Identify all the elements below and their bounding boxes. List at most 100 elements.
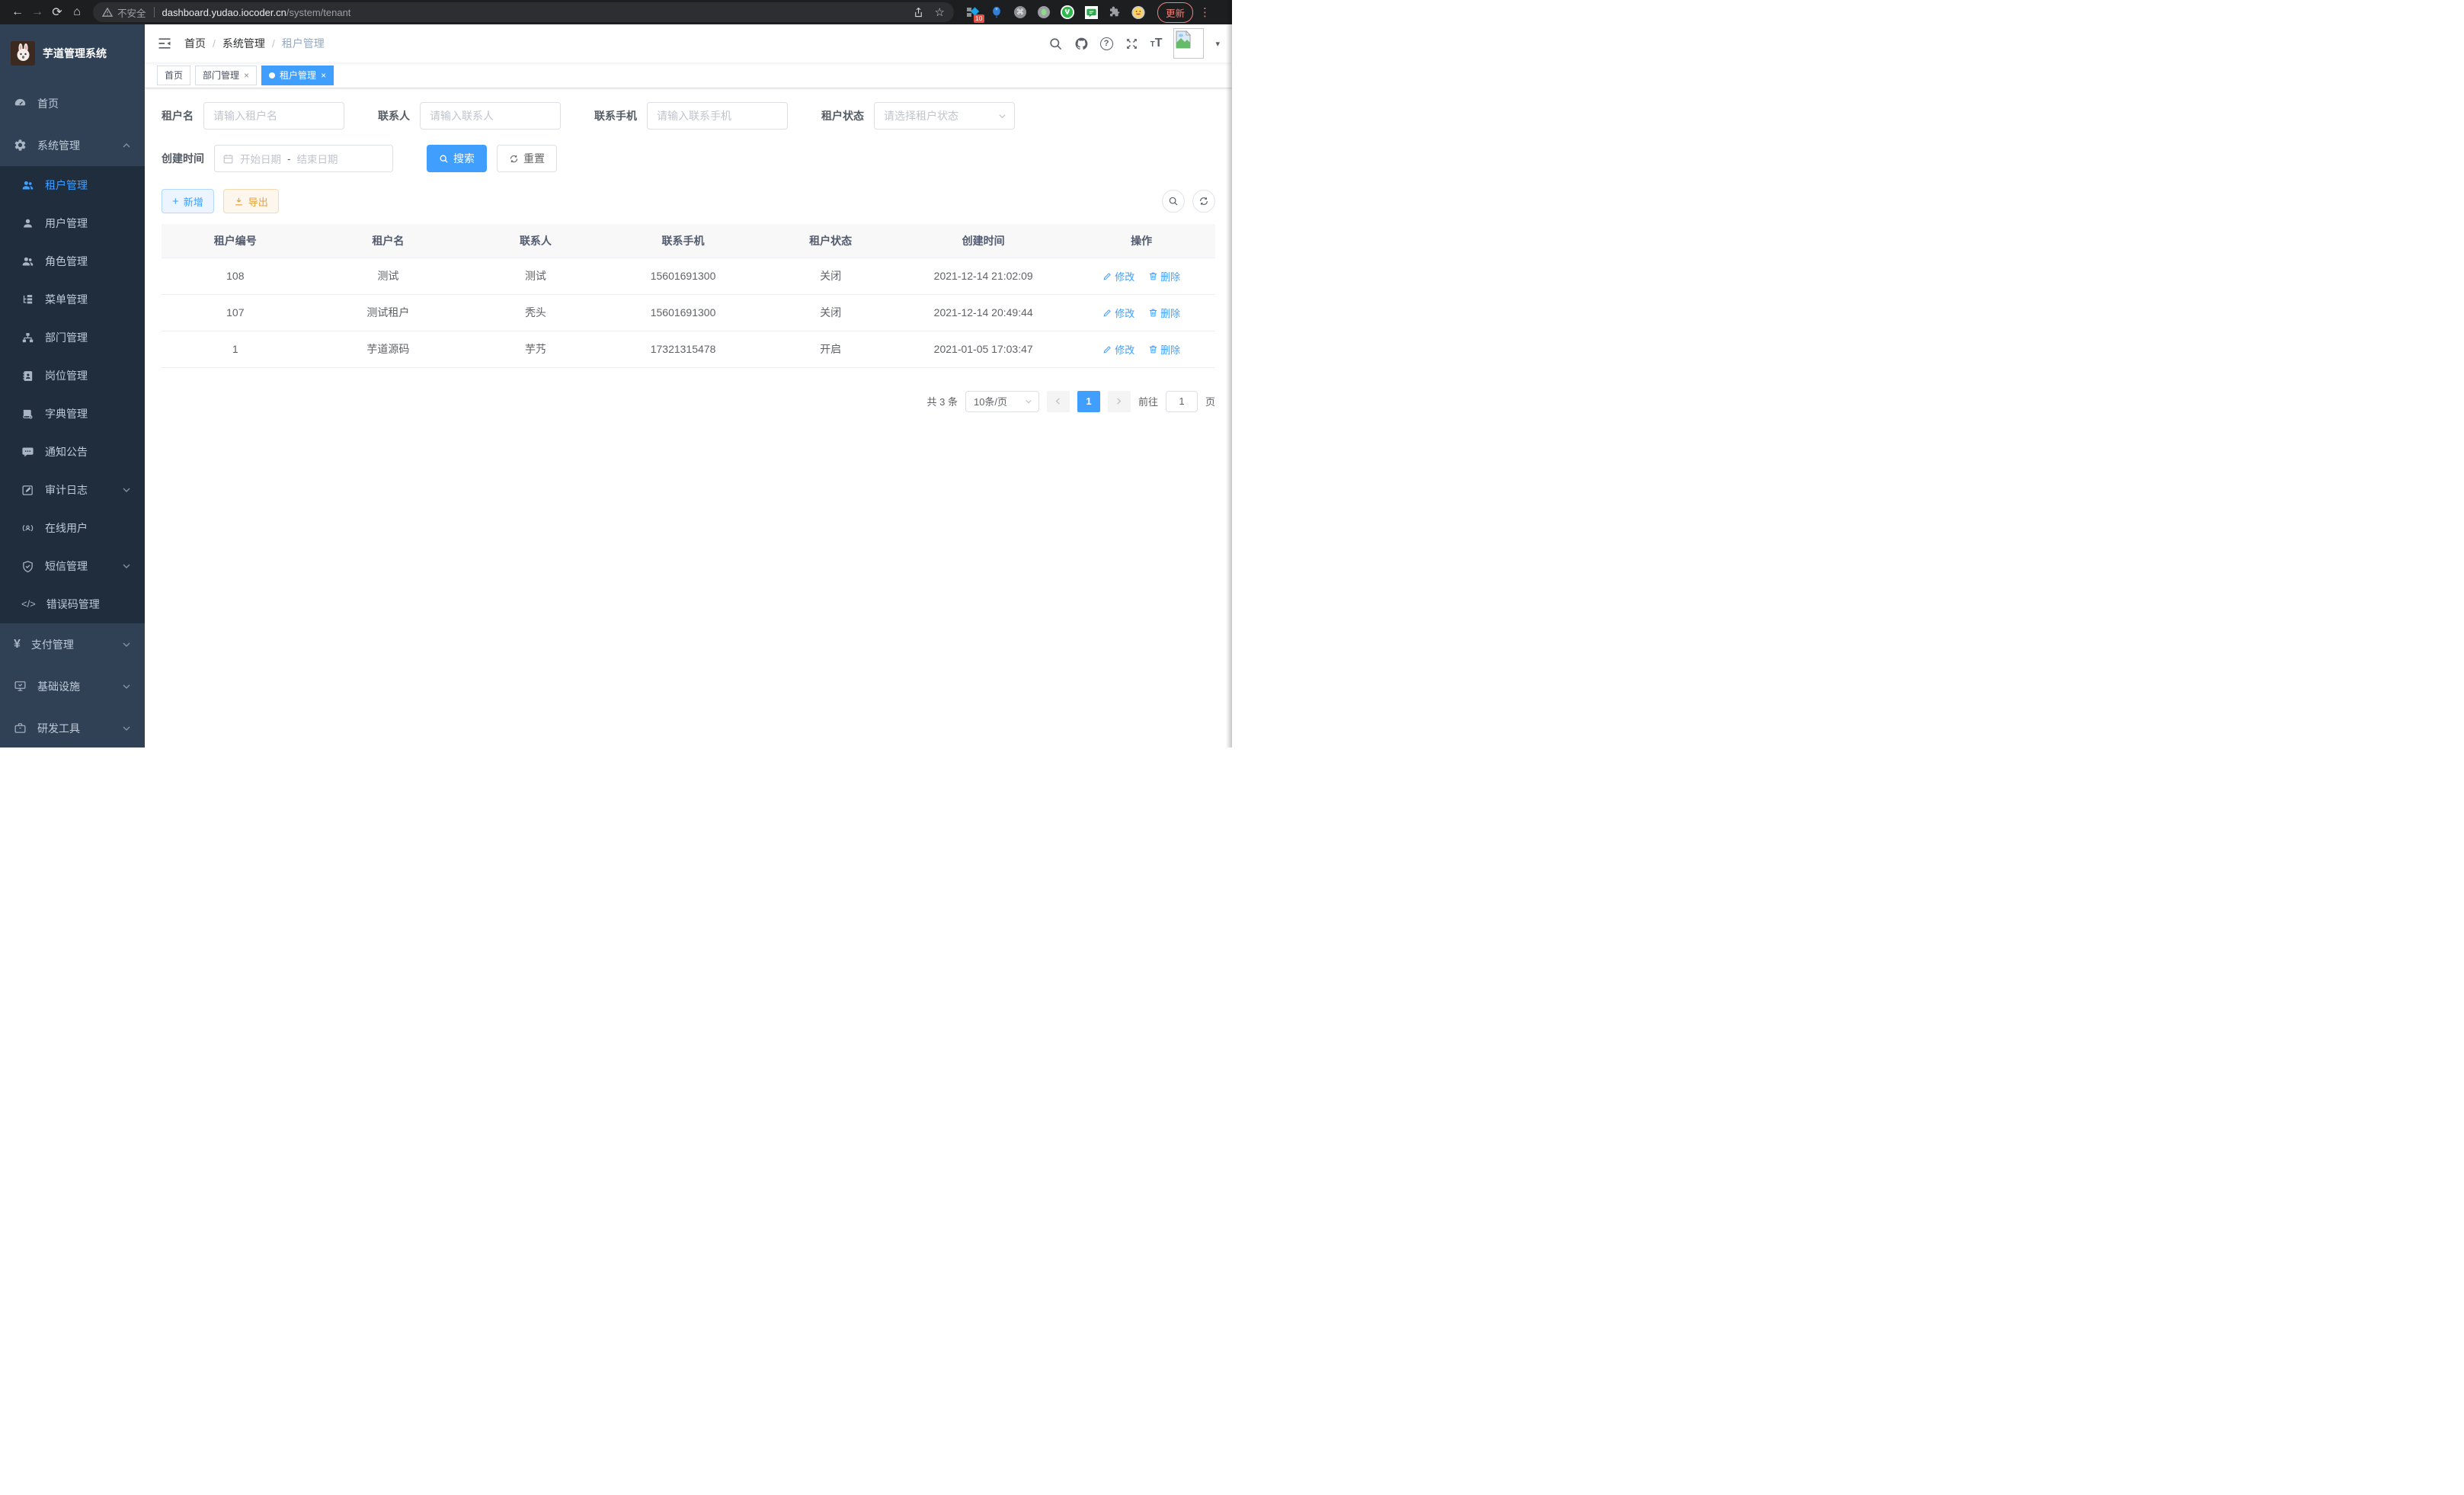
chevron-left-icon bbox=[1054, 397, 1062, 405]
status-select[interactable]: 请选择租户状态 bbox=[874, 102, 1015, 130]
share-icon[interactable] bbox=[913, 7, 924, 18]
sidebar-item-post[interactable]: 岗位管理 bbox=[0, 357, 145, 395]
top-navbar: 首页 / 系统管理 / 租户管理 ? bbox=[145, 24, 1232, 62]
sidebar-item-dept[interactable]: 部门管理 bbox=[0, 319, 145, 357]
search-button[interactable]: 搜索 bbox=[427, 145, 487, 172]
browser-reload-icon[interactable]: ⟳ bbox=[47, 5, 67, 20]
ext-smiley-icon[interactable] bbox=[1131, 5, 1145, 19]
sidebar-item-tenant[interactable]: 租户管理 bbox=[0, 166, 145, 204]
ext-balloon-icon[interactable] bbox=[990, 5, 1003, 19]
breadcrumb-system[interactable]: 系统管理 bbox=[222, 36, 265, 51]
help-icon[interactable]: ? bbox=[1100, 37, 1113, 50]
sidebar-item-label: 岗位管理 bbox=[45, 368, 88, 383]
browser-back-icon[interactable]: ← bbox=[8, 5, 27, 19]
toggle-search-button[interactable] bbox=[1162, 190, 1185, 213]
url-path[interactable]: /system/tenant bbox=[286, 7, 351, 18]
header-search-icon[interactable] bbox=[1048, 37, 1063, 51]
edit-link[interactable]: 修改 bbox=[1102, 306, 1134, 320]
browser-home-icon[interactable]: ⌂ bbox=[67, 5, 87, 19]
sidebar-item-audit-log[interactable]: 审计日志 bbox=[0, 471, 145, 509]
sidebar-logo[interactable]: 芋道管理系统 bbox=[0, 24, 145, 82]
reset-button[interactable]: 重置 bbox=[497, 145, 557, 172]
mobile-input[interactable] bbox=[647, 102, 788, 130]
sidebar-collapse-icon[interactable] bbox=[157, 36, 172, 51]
sidebar-item-notice[interactable]: 通知公告 bbox=[0, 433, 145, 471]
ext-blue-diamond-icon[interactable]: 10 bbox=[966, 5, 980, 19]
avatar-caret-icon[interactable]: ▾ bbox=[1215, 39, 1220, 49]
delete-link[interactable]: 删除 bbox=[1148, 306, 1180, 320]
security-label[interactable]: 不安全 bbox=[117, 5, 146, 20]
prev-page-button[interactable] bbox=[1047, 391, 1070, 412]
browser-forward-icon[interactable]: → bbox=[27, 5, 47, 19]
roles-icon bbox=[21, 255, 34, 268]
col-created: 创建时间 bbox=[899, 224, 1067, 258]
sidebar-submenu-system: 租户管理 用户管理 角色管理 bbox=[0, 166, 145, 623]
address-bar[interactable]: 不安全 dashboard.yudao.iocoder.cn /system/t… bbox=[93, 2, 954, 22]
sidebar-item-infrastructure[interactable]: 基础设施 bbox=[0, 665, 145, 707]
select-caret-icon bbox=[998, 112, 1006, 120]
sidebar-item-dev-tools[interactable]: 研发工具 bbox=[0, 707, 145, 748]
chrome-update-button[interactable]: 更新 bbox=[1157, 2, 1193, 23]
avatar[interactable] bbox=[1173, 28, 1204, 59]
tag-close-icon[interactable]: × bbox=[244, 70, 249, 81]
next-page-button[interactable] bbox=[1108, 391, 1131, 412]
github-icon[interactable] bbox=[1074, 37, 1089, 51]
url-host[interactable]: dashboard.yudao.iocoder.cn bbox=[162, 7, 286, 18]
export-button[interactable]: 导出 bbox=[223, 189, 279, 213]
goto-page-input[interactable] bbox=[1166, 391, 1198, 412]
edit-pencil-icon bbox=[1102, 271, 1112, 281]
fullscreen-icon[interactable] bbox=[1125, 37, 1139, 51]
ext-command-icon[interactable]: ⌘ bbox=[1013, 5, 1027, 19]
tag-dept[interactable]: 部门管理 × bbox=[195, 66, 257, 85]
ext-puzzle-icon[interactable] bbox=[1108, 5, 1122, 19]
date-range-picker[interactable]: 开始日期 - 结束日期 bbox=[214, 145, 393, 172]
refresh-icon bbox=[509, 154, 519, 164]
tag-home[interactable]: 首页 bbox=[157, 66, 190, 85]
delete-link[interactable]: 删除 bbox=[1148, 342, 1180, 357]
extensions-row: 10 ⌘ bbox=[966, 5, 1145, 19]
ext-proxy-icon[interactable] bbox=[1037, 5, 1051, 19]
page-number-active[interactable]: 1 bbox=[1077, 391, 1100, 412]
sidebar-item-online-users[interactable]: 在线用户 bbox=[0, 509, 145, 547]
delete-link[interactable]: 删除 bbox=[1148, 269, 1180, 283]
dashboard-icon bbox=[14, 97, 27, 110]
sidebar-item-role[interactable]: 角色管理 bbox=[0, 242, 145, 280]
table-row: 107 测试租户 秃头 15601691300 关闭 2021-12-14 20… bbox=[162, 294, 1215, 331]
sidebar-item-label: 字典管理 bbox=[45, 406, 88, 421]
tag-tenant-active[interactable]: 租户管理 × bbox=[261, 66, 334, 85]
sidebar-item-home[interactable]: 首页 bbox=[0, 82, 145, 124]
sidebar-item-user[interactable]: 用户管理 bbox=[0, 204, 145, 242]
cell-created: 2021-01-05 17:03:47 bbox=[899, 331, 1067, 367]
table-row: 1 芋道源码 芋艿 17321315478 开启 2021-01-05 17:0… bbox=[162, 331, 1215, 367]
add-button[interactable]: + 新增 bbox=[162, 189, 214, 213]
edit-link[interactable]: 修改 bbox=[1102, 342, 1134, 357]
cell-tenant-id: 108 bbox=[162, 258, 309, 294]
user-icon bbox=[21, 217, 34, 230]
sidebar-item-dict[interactable]: 字典管理 bbox=[0, 395, 145, 433]
page-size-select[interactable]: 10条/页 bbox=[965, 391, 1039, 412]
contact-input[interactable] bbox=[420, 102, 561, 130]
tag-close-icon[interactable]: × bbox=[321, 70, 326, 81]
sidebar-item-menu[interactable]: 菜单管理 bbox=[0, 280, 145, 319]
sidebar-item-payment[interactable]: ¥ 支付管理 bbox=[0, 623, 145, 665]
cell-created: 2021-12-14 21:02:09 bbox=[899, 258, 1067, 294]
cell-tenant-id: 107 bbox=[162, 294, 309, 331]
ext-yuque-icon[interactable] bbox=[1061, 5, 1074, 19]
font-size-icon[interactable]: TT bbox=[1150, 37, 1163, 50]
browser-menu-icon[interactable]: ⋮ bbox=[1199, 5, 1211, 19]
edit-link[interactable]: 修改 bbox=[1102, 269, 1134, 283]
sidebar-item-system[interactable]: 系统管理 bbox=[0, 124, 145, 166]
sidebar-item-error-code[interactable]: </> 错误码管理 bbox=[0, 585, 145, 623]
briefcase-icon bbox=[14, 722, 27, 735]
sidebar-item-label: 首页 bbox=[37, 96, 59, 111]
cell-status: 开启 bbox=[762, 331, 899, 367]
refresh-table-button[interactable] bbox=[1192, 190, 1215, 213]
sidebar-item-label: 租户管理 bbox=[45, 178, 88, 193]
ext-chat-icon[interactable] bbox=[1084, 5, 1098, 19]
date-separator: - bbox=[287, 153, 291, 165]
bookmark-star-icon[interactable]: ☆ bbox=[935, 5, 945, 19]
breadcrumb-home[interactable]: 首页 bbox=[184, 36, 206, 51]
tenant-name-input[interactable] bbox=[203, 102, 344, 130]
sidebar-item-sms[interactable]: 短信管理 bbox=[0, 547, 145, 585]
sidebar-item-label: 通知公告 bbox=[45, 444, 88, 459]
